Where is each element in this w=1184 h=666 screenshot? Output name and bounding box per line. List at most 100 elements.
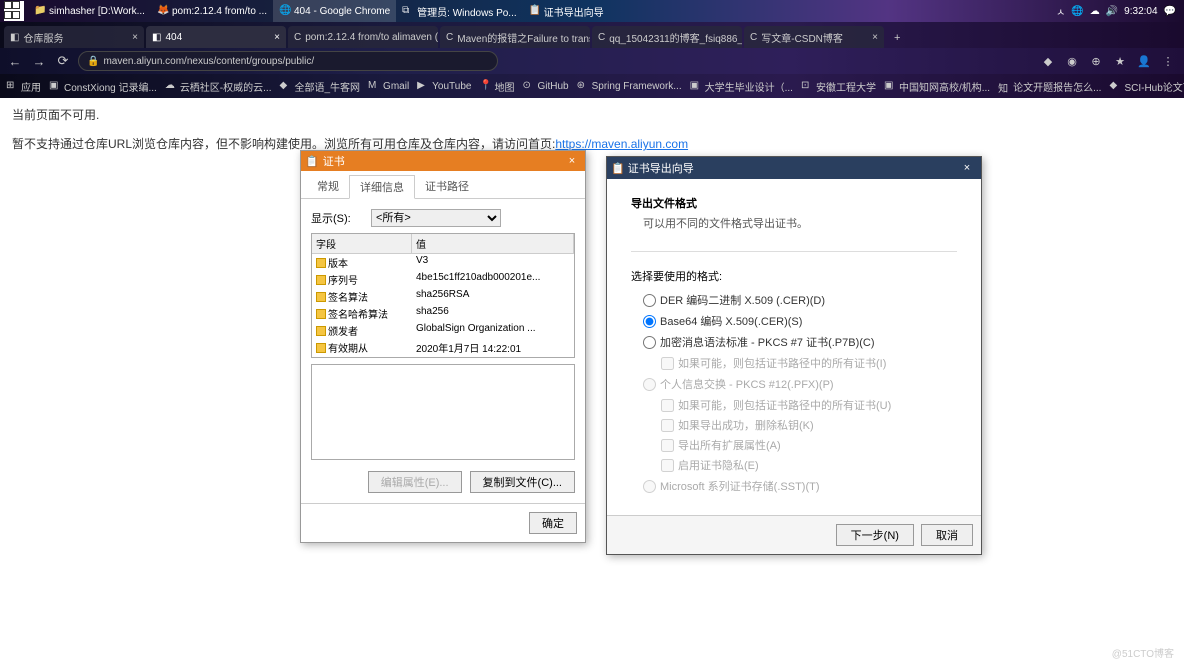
tab-favicon: ◧	[152, 32, 161, 43]
tray-icon[interactable]: 🔊	[1106, 6, 1118, 17]
format-option: 个人信息交换 - PKCS #12(.PFX)(P)	[643, 376, 957, 392]
browser-tab[interactable]: Cpom:2.12.4 from/to alimaven (ht×	[288, 26, 438, 48]
browser-tab[interactable]: C写文章-CSDN博客×	[744, 26, 884, 48]
bookmark-item[interactable]: ⊛Spring Framework...	[577, 80, 682, 92]
browser-tab[interactable]: ◧仓库服务×	[4, 26, 144, 48]
col-value[interactable]: 值	[412, 234, 574, 253]
grid-row[interactable]: 序列号4be15c1ff210adb000201e...	[312, 271, 574, 288]
tray-icon[interactable]: ☁	[1090, 6, 1100, 17]
fields-grid[interactable]: 字段 值 版本V3序列号4be15c1ff210adb000201e...签名算…	[311, 233, 575, 358]
field-icon	[316, 258, 326, 268]
tab-favicon: ◧	[10, 32, 19, 43]
certificate-dialog: 📋证书 × 常规 详细信息 证书路径 显示(S): <所有> 字段 值 版本V3…	[300, 150, 586, 543]
bookmark-item[interactable]: ▶YouTube	[417, 80, 471, 92]
tab-favicon: C	[750, 32, 757, 43]
new-tab-button[interactable]: +	[886, 28, 908, 48]
tab-favicon: C	[446, 32, 453, 43]
homepage-link[interactable]: https://maven.aliyun.com	[555, 137, 688, 151]
tray-icon[interactable]: 🌐	[1071, 6, 1083, 17]
extension-icon[interactable]: ★	[1110, 51, 1130, 71]
reload-button[interactable]: ⟳	[54, 52, 72, 70]
sub-option-label: 导出所有扩展属性(A)	[678, 437, 781, 453]
taskbar-item[interactable]: 📋证书导出向导	[523, 0, 610, 22]
field-icon	[316, 326, 326, 336]
close-icon[interactable]: ×	[872, 32, 878, 43]
col-field[interactable]: 字段	[312, 234, 412, 253]
bookmark-item[interactable]: 📍地图	[479, 79, 514, 94]
app-icon: 📁	[34, 5, 46, 17]
ok-button[interactable]: 确定	[529, 512, 577, 534]
grid-row[interactable]: 到2021年1月6日 17:26:02	[312, 356, 574, 358]
grid-header: 字段 值	[312, 234, 574, 254]
notification-icon[interactable]: 💬	[1164, 6, 1176, 17]
bookmark-item[interactable]: ▣中国知网高校/机构...	[884, 79, 990, 94]
bookmark-item[interactable]: ⊙GitHub	[522, 80, 568, 92]
site-icon: ▣	[49, 80, 61, 92]
bookmark-item[interactable]: ▣大学生毕业设计（...	[690, 79, 793, 94]
gmail-icon: M	[368, 80, 380, 92]
site-icon: ▣	[690, 80, 702, 92]
close-icon[interactable]: ×	[274, 32, 280, 43]
value-textarea[interactable]	[311, 364, 575, 460]
dialog-title: 证书	[323, 153, 345, 169]
address-bar[interactable]: 🔒 maven.aliyun.com/nexus/content/groups/…	[78, 51, 498, 71]
bookmark-item[interactable]: ☁云栖社区-权威的云...	[165, 79, 272, 94]
dialog-titlebar[interactable]: 📋证书 ×	[301, 151, 585, 171]
bookmark-item[interactable]: MGmail	[368, 80, 409, 92]
format-option[interactable]: Base64 编码 X.509(.CER)(S)	[643, 313, 957, 329]
site-icon: ◆	[1109, 80, 1121, 92]
grid-row[interactable]: 签名哈希算法sha256	[312, 305, 574, 322]
browser-tab[interactable]: ◧404×	[146, 26, 286, 48]
radio-input[interactable]	[643, 336, 656, 349]
bookmark-item[interactable]: ◆全部语_牛客网	[279, 79, 360, 94]
apps-button[interactable]: ⊞应用	[6, 79, 41, 94]
error-line: 当前页面不可用.	[12, 106, 1172, 123]
option-label: Microsoft 系列证书存储(.SST)(T)	[660, 478, 820, 494]
close-button[interactable]: ×	[563, 155, 581, 167]
bookmark-item[interactable]: 知论文开题报告怎么...	[998, 79, 1101, 94]
tab-general[interactable]: 常规	[307, 175, 349, 198]
bookmarks-bar: ⊞应用 ▣ConstXiong 记录编... ☁云栖社区-权威的云... ◆全部…	[0, 74, 1184, 98]
grid-row[interactable]: 签名算法sha256RSA	[312, 288, 574, 305]
menu-icon[interactable]: ⋮	[1158, 51, 1178, 71]
bookmark-item[interactable]: ▣ConstXiong 记录编...	[49, 79, 157, 94]
tray-icon[interactable]: ㅅ	[1056, 4, 1065, 19]
browser-tab[interactable]: Cqq_15042311的博客_fsiq886_CS×	[592, 26, 742, 48]
profile-icon[interactable]: 👤	[1134, 51, 1154, 71]
radio-input[interactable]	[643, 315, 656, 328]
dialog-title: 证书导出向导	[628, 160, 694, 176]
back-button[interactable]: ←	[6, 52, 24, 70]
tab-details[interactable]: 详细信息	[349, 175, 415, 199]
field-icon	[316, 343, 326, 353]
copy-to-file-button[interactable]: 复制到文件(C)...	[470, 471, 575, 493]
format-option[interactable]: 加密消息语法标准 - PKCS #7 证书(.P7B)(C)	[643, 334, 957, 350]
taskbar-item[interactable]: 📁simhasher [D:\Work...	[28, 0, 151, 22]
bookmark-item[interactable]: ⊡安徽工程大学	[801, 79, 876, 94]
start-button[interactable]	[4, 1, 24, 21]
extension-icon[interactable]: ⊕	[1086, 51, 1106, 71]
close-icon[interactable]: ×	[132, 32, 138, 43]
browser-tab[interactable]: CMaven的报错之Failure to transfe×	[440, 26, 590, 48]
show-label: 显示(S):	[311, 210, 371, 226]
forward-button[interactable]: →	[30, 52, 48, 70]
field-icon	[316, 292, 326, 302]
close-button[interactable]: ×	[957, 162, 977, 174]
bookmark-item[interactable]: ◆SCI-Hub论文下载可...	[1109, 79, 1184, 94]
grid-row[interactable]: 颁发者GlobalSign Organization ...	[312, 322, 574, 339]
show-select[interactable]: <所有>	[371, 209, 501, 227]
clock[interactable]: 9:32:04	[1124, 6, 1157, 17]
format-option[interactable]: DER 编码二进制 X.509 (.CER)(D)	[643, 292, 957, 308]
taskbar-item[interactable]: 🌐404 - Google Chrome	[273, 0, 396, 22]
extension-icon[interactable]: ◉	[1062, 51, 1082, 71]
tab-path[interactable]: 证书路径	[415, 175, 479, 198]
radio-input[interactable]	[643, 294, 656, 307]
taskbar-item[interactable]: 🦊pom:2.12.4 from/to ...	[151, 0, 273, 22]
dialog-titlebar[interactable]: 📋 证书导出向导 ×	[607, 157, 981, 179]
grid-row[interactable]: 版本V3	[312, 254, 574, 271]
next-button[interactable]: 下一步(N)	[836, 524, 914, 546]
cancel-button[interactable]: 取消	[921, 524, 973, 546]
extension-icon[interactable]: ◆	[1038, 51, 1058, 71]
site-icon: ◆	[279, 80, 291, 92]
grid-row[interactable]: 有效期从2020年1月7日 14:22:01	[312, 339, 574, 356]
taskbar-item[interactable]: ⧉管理员: Windows Po...	[396, 0, 522, 22]
